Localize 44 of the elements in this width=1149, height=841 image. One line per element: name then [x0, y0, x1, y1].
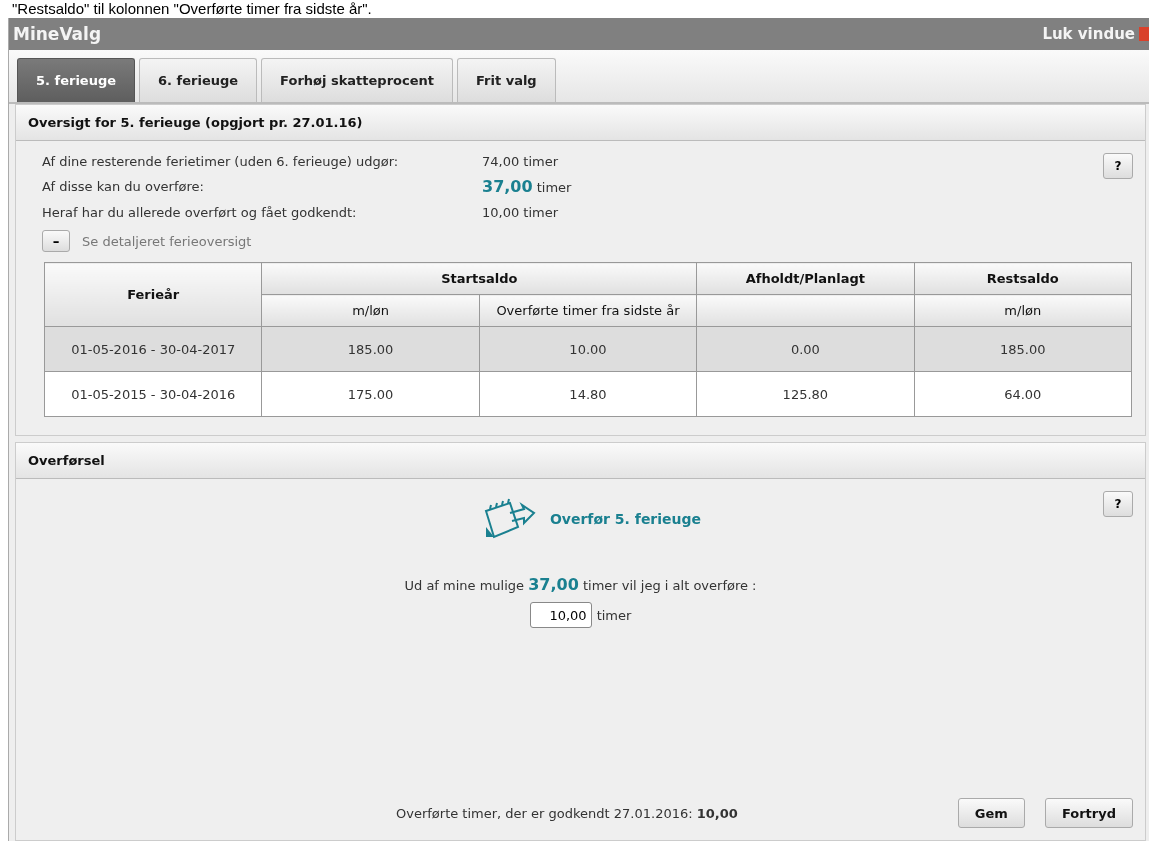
- tab[interactable]: Frit valg: [457, 58, 556, 102]
- table-cell: 01-05-2016 - 30-04-2017: [44, 326, 262, 372]
- table-cell: 125.80: [696, 371, 915, 417]
- column-header: Startsaldo: [261, 262, 697, 295]
- column-header: Overførte timer fra sidste år: [479, 294, 697, 327]
- transfer-heading: Overfør 5. ferieuge: [549, 511, 702, 527]
- column-header: Ferieår: [44, 262, 262, 327]
- tab[interactable]: Forhøj skatteprocent: [261, 58, 453, 102]
- help-button[interactable]: ?: [1103, 153, 1133, 179]
- table-cell: 185.00: [261, 326, 480, 372]
- table-cell: 0.00: [696, 326, 915, 372]
- transfer-prompt: Ud af mine mulige 37,00 timer vil jeg i alt overføre :: [404, 575, 757, 594]
- tab[interactable]: 6. ferieuge: [139, 58, 258, 102]
- tab[interactable]: 5. ferieuge: [17, 58, 136, 102]
- column-header: m/løn: [261, 294, 480, 327]
- summary-label: Af disse kan du overføre:: [42, 178, 204, 196]
- hours-input[interactable]: 10,00: [529, 602, 592, 628]
- column-header: Restsaldo: [914, 262, 1132, 295]
- summary-value: 74,00 timer: [482, 153, 559, 171]
- panel-header: Overførsel: [16, 443, 1145, 479]
- toggle-label: Se detaljeret ferieoversigt: [82, 233, 252, 249]
- column-header: m/løn: [914, 294, 1132, 327]
- table-cell: 10.00: [479, 326, 697, 372]
- table-cell: 64.00: [914, 371, 1132, 417]
- column-header: Afholdt/Planlagt: [696, 262, 915, 295]
- window-title: MineValg: [13, 24, 102, 44]
- close-icon: [1139, 27, 1149, 41]
- action-button[interactable]: Fortryd: [1044, 798, 1133, 828]
- table-cell: 175.00: [261, 371, 480, 417]
- table-cell: 14.80: [479, 371, 697, 417]
- table-cell: 185.00: [914, 326, 1132, 372]
- action-button[interactable]: Gem: [957, 798, 1025, 828]
- close-window-button[interactable]: Luk vindue: [1042, 25, 1149, 43]
- approved-hours-text: Overførte timer, der er godkendt 27.01.2016: 10,00: [396, 805, 739, 821]
- collapse-button[interactable]: –: [42, 230, 70, 252]
- summary-value: 37,00 timer: [482, 178, 572, 197]
- table-cell: 01-05-2015 - 30-04-2016: [44, 371, 262, 417]
- panel-header: Oversigt for 5. ferieuge (opgjort pr. 27.01.16): [16, 105, 1145, 141]
- caption-text: "Restsaldo" til kolonnen "Overførte timer fra sidste år".: [11, 0, 373, 18]
- unit-label: timer: [596, 607, 632, 623]
- summary-value: 10,00 timer: [482, 204, 559, 222]
- summary-label: Heraf har du allerede overført og fået godkendt:: [42, 204, 357, 222]
- help-button[interactable]: ?: [1103, 491, 1133, 517]
- summary-label: Af dine resterende ferietimer (uden 6. ferieuge) udgør:: [42, 153, 399, 171]
